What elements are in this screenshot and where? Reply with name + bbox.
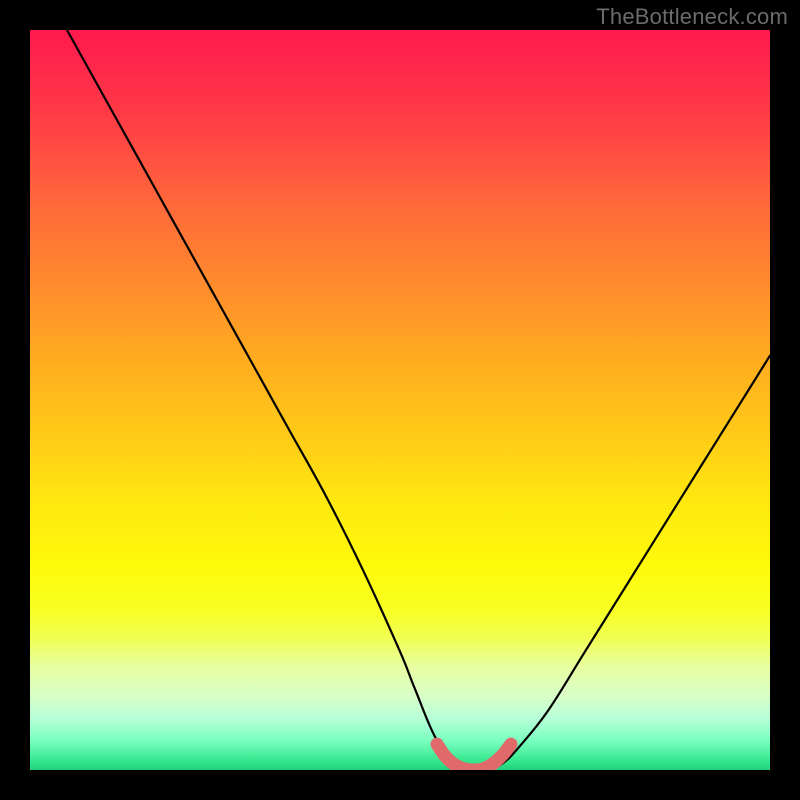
plot-area	[30, 30, 770, 770]
curve-layer	[30, 30, 770, 770]
bottleneck-curve	[67, 30, 770, 770]
chart-frame: TheBottleneck.com	[0, 0, 800, 800]
watermark-text: TheBottleneck.com	[596, 4, 788, 30]
optimal-zone-marker	[437, 744, 511, 770]
